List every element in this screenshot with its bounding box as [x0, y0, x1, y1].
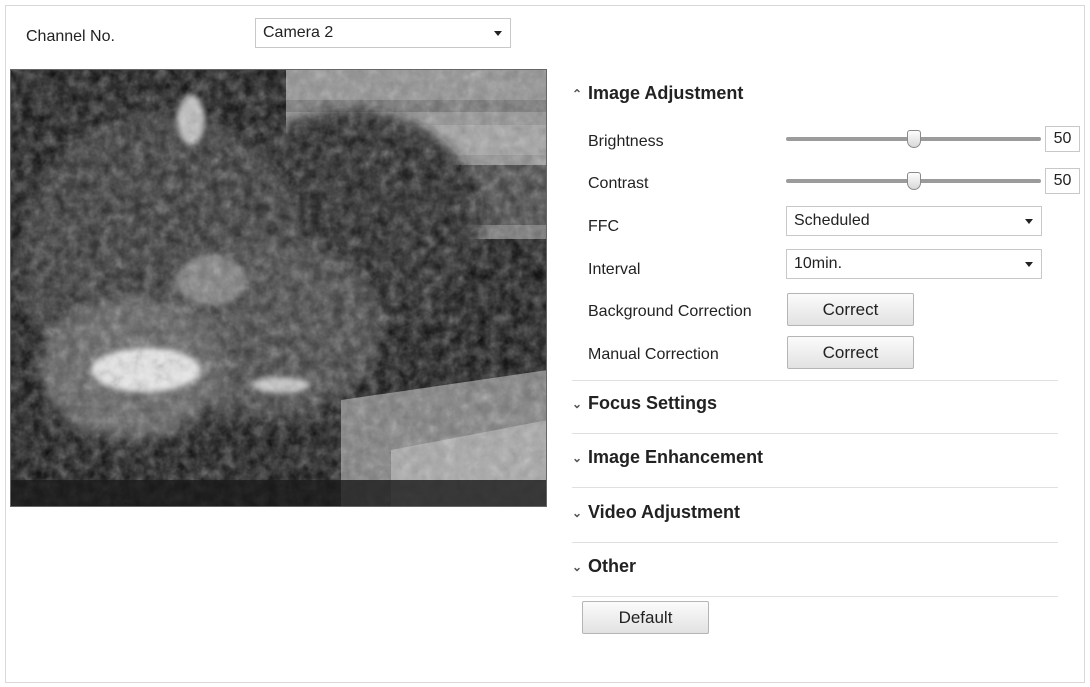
interval-label: Interval [588, 261, 641, 278]
live-preview [10, 69, 547, 507]
contrast-value[interactable]: 50 [1045, 168, 1080, 194]
chevron-down-icon: ⌄ [572, 396, 583, 411]
background-correct-button[interactable]: Correct [787, 293, 914, 326]
section-other[interactable]: ⌄ Other [572, 556, 636, 577]
ffc-label: FFC [588, 218, 620, 235]
channel-select[interactable]: Camera 2 [255, 18, 511, 48]
caret-down-icon [1025, 262, 1033, 267]
chevron-up-icon: ⌃ [572, 86, 583, 101]
slider-thumb[interactable] [906, 130, 921, 148]
manual-correct-button[interactable]: Correct [787, 336, 914, 369]
section-divider [572, 487, 1058, 488]
interval-select[interactable]: 10min. [786, 249, 1042, 279]
thermal-image [11, 70, 546, 506]
channel-select-value: Camera 2 [263, 24, 334, 41]
caret-down-icon [1025, 219, 1033, 224]
chevron-down-icon: ⌄ [572, 559, 583, 574]
brightness-slider[interactable] [786, 129, 1041, 149]
section-video-adjustment[interactable]: ⌄ Video Adjustment [572, 502, 740, 523]
slider-thumb[interactable] [906, 172, 921, 190]
chevron-down-icon: ⌄ [572, 450, 583, 465]
default-button[interactable]: Default [582, 601, 709, 634]
interval-select-value: 10min. [794, 255, 843, 272]
channel-label: Channel No. [26, 28, 115, 45]
section-focus-settings[interactable]: ⌄ Focus Settings [572, 393, 717, 414]
section-image-enhancement[interactable]: ⌄ Image Enhancement [572, 447, 763, 468]
section-title: Image Enhancement [588, 447, 764, 467]
section-title: Image Adjustment [588, 83, 744, 103]
section-title: Video Adjustment [588, 502, 741, 522]
ffc-select-value: Scheduled [794, 212, 870, 229]
brightness-value[interactable]: 50 [1045, 126, 1080, 152]
section-divider [572, 380, 1058, 381]
manual-correction-label: Manual Correction [588, 346, 719, 363]
background-correction-label: Background Correction [588, 303, 752, 320]
contrast-label: Contrast [588, 175, 649, 192]
chevron-down-icon: ⌄ [572, 505, 583, 520]
contrast-slider[interactable] [786, 171, 1041, 191]
section-image-adjustment[interactable]: ⌃ Image Adjustment [572, 83, 743, 104]
brightness-label: Brightness [588, 133, 664, 150]
caret-down-icon [494, 31, 502, 36]
ffc-select[interactable]: Scheduled [786, 206, 1042, 236]
section-divider [572, 596, 1058, 597]
section-title: Other [588, 556, 637, 576]
section-divider [572, 433, 1058, 434]
section-title: Focus Settings [588, 393, 718, 413]
section-divider [572, 542, 1058, 543]
